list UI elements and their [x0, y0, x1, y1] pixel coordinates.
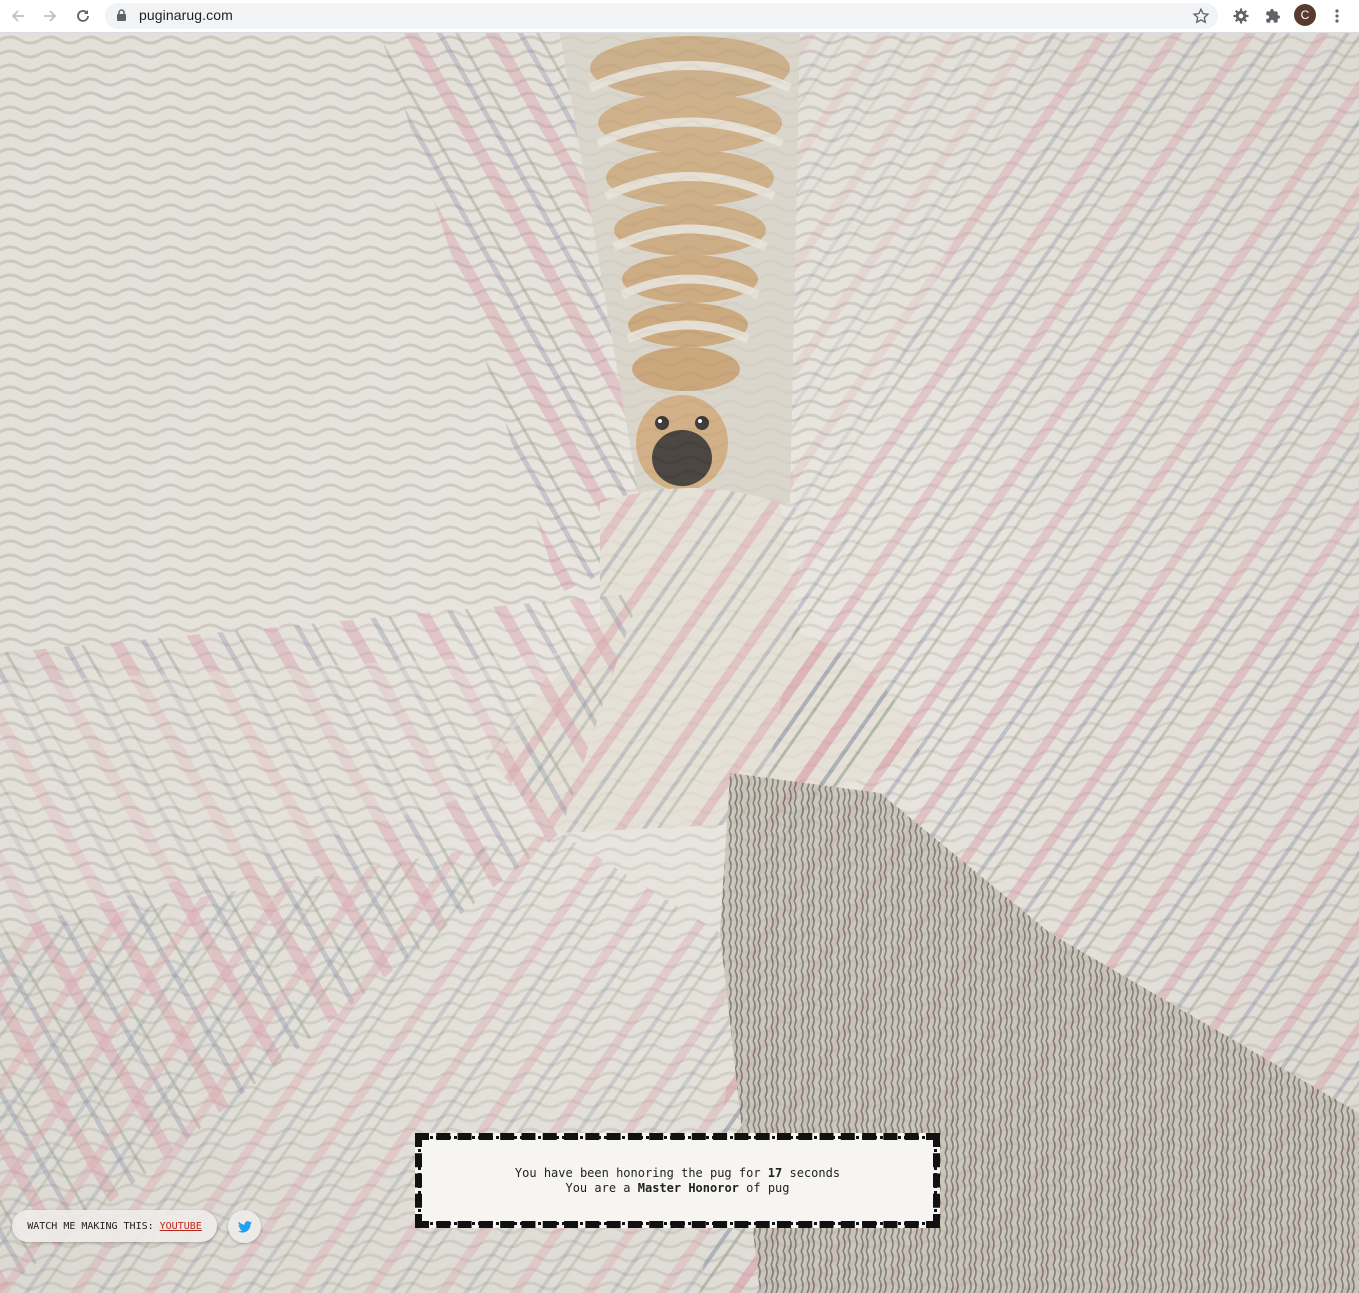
- warped-rug-canvas[interactable]: [0, 33, 1359, 1293]
- star-icon[interactable]: [1192, 7, 1210, 25]
- puzzle-icon: [1266, 9, 1280, 23]
- browser-menu-button[interactable]: [1325, 4, 1349, 28]
- honor-counter-box: You have been honoring the pug for 17 se…: [415, 1133, 940, 1228]
- kebab-menu-icon: [1335, 9, 1339, 23]
- watch-making-badge: WATCH ME MAKING THIS: YOUTUBE: [12, 1210, 217, 1242]
- page-viewport: [0, 33, 1359, 1293]
- profile-avatar[interactable]: C: [1294, 4, 1316, 26]
- reload-button[interactable]: [71, 4, 95, 28]
- honor-rank-line: You are a Master Honoror of pug: [565, 1181, 789, 1196]
- rank-suffix-text: of pug: [746, 1180, 790, 1195]
- address-bar[interactable]: puginarug.com: [105, 3, 1218, 29]
- twitter-bird-icon: [237, 1220, 252, 1233]
- extension-button[interactable]: [1229, 4, 1253, 28]
- lock-icon: [117, 9, 126, 21]
- url-text: puginarug.com: [139, 7, 233, 23]
- honor-seconds-value: 17: [767, 1165, 783, 1180]
- gear-icon: [1233, 8, 1249, 24]
- back-button[interactable]: [6, 4, 30, 28]
- honor-time-line: You have been honoring the pug for 17 se…: [515, 1166, 840, 1181]
- honor-suffix-text: seconds: [789, 1165, 841, 1180]
- watch-label: WATCH ME MAKING THIS:: [27, 1220, 154, 1232]
- browser-toolbar: puginarug.com C: [0, 0, 1359, 33]
- forward-button[interactable]: [38, 4, 62, 28]
- honor-prefix-text: You have been honoring the pug for: [514, 1165, 761, 1180]
- rank-title: Master Honoror: [637, 1180, 739, 1195]
- reload-icon: [77, 10, 89, 22]
- extensions-menu-button[interactable]: [1261, 4, 1285, 28]
- rank-prefix-text: You are a: [565, 1180, 631, 1195]
- arrow-left-icon: [11, 10, 24, 22]
- arrow-right-icon: [44, 10, 57, 22]
- twitter-button[interactable]: [228, 1210, 261, 1243]
- youtube-link[interactable]: YOUTUBE: [160, 1221, 202, 1232]
